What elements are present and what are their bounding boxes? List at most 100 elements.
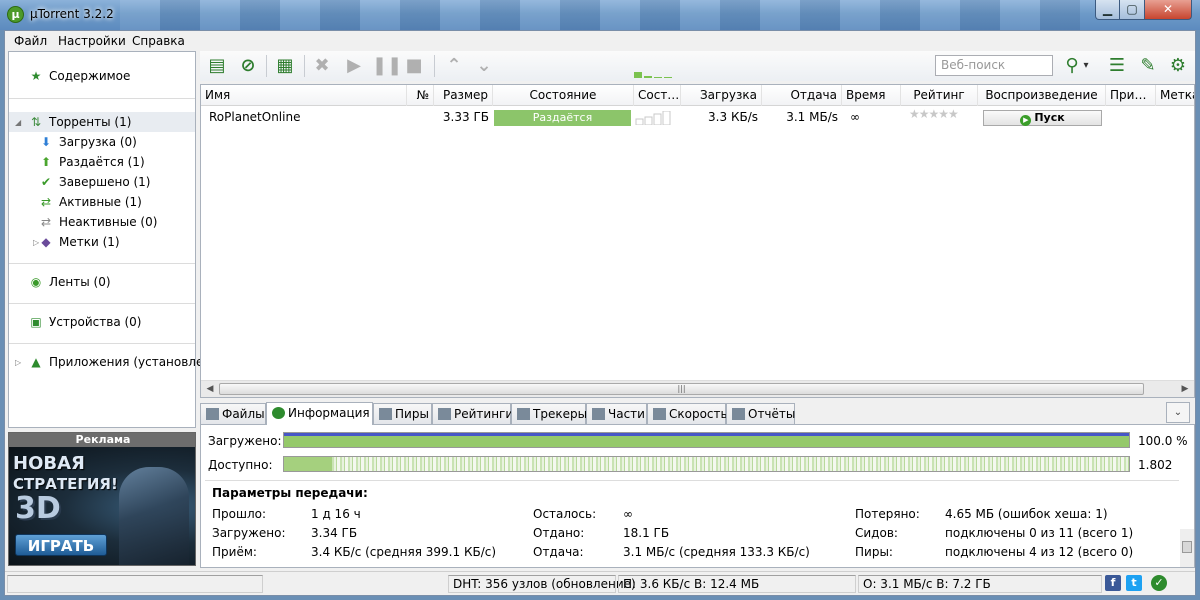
web-search-input[interactable]: Веб-поиск — [935, 55, 1053, 76]
ad-character — [119, 467, 189, 565]
download-speed: 3.3 КБ/s — [708, 110, 758, 124]
torrent-size: 3.33 ГБ — [442, 110, 489, 124]
twitter-icon[interactable]: t — [1126, 575, 1142, 591]
sidebar-item-label: Содержимое — [49, 69, 131, 83]
remove-icon[interactable]: ✖ — [310, 54, 334, 78]
horizontal-scrollbar[interactable]: ◀ ||| ▶ — [201, 380, 1194, 397]
table-row[interactable]: RoPlanetOnline 3.33 ГБ Раздаётся 3.3 КБ/… — [201, 107, 1194, 128]
column-size[interactable]: Размер — [434, 85, 493, 106]
tab-label: Пиры — [395, 407, 429, 421]
column-playback[interactable]: Воспроизведение — [978, 85, 1106, 106]
torrent-list: Имя № Размер Состояние Сост… Загрузка От… — [200, 84, 1195, 398]
app-window: Файл Настройки Справка ★ Содержимое ⇅ Торр… — [4, 30, 1196, 596]
play-button[interactable]: ▶ Пуск — [983, 110, 1102, 126]
column-rating[interactable]: Рейтинг — [901, 85, 978, 106]
tab-label: Отчёты — [748, 407, 796, 421]
gear-icon[interactable]: ⚙ — [1166, 54, 1190, 78]
move-down-icon[interactable]: ⌄ — [472, 54, 496, 78]
pause-icon[interactable]: ❚❚ — [372, 54, 402, 78]
divider — [304, 55, 305, 77]
sidebar-item-content[interactable]: ★ Содержимое — [29, 66, 131, 86]
star-icon: ★ — [30, 69, 42, 83]
sidebar-item-inactive[interactable]: ⇄ Неактивные (0) — [39, 212, 157, 232]
sidebar-item-completed[interactable]: ✔ Завершено (1) — [39, 172, 151, 192]
move-up-icon[interactable]: ⌃ — [442, 54, 466, 78]
network-ok-icon[interactable]: ✓ — [1151, 575, 1167, 591]
column-priority[interactable]: При… — [1106, 85, 1156, 106]
add-url-icon[interactable]: ⊘ — [236, 54, 260, 78]
sidebar-item-label: Загрузка (0) — [59, 135, 137, 149]
column-upload[interactable]: Отдача — [762, 85, 842, 106]
scroll-left-icon[interactable]: ◀ — [202, 382, 218, 397]
divider — [9, 303, 195, 304]
menu-settings[interactable]: Настройки — [58, 34, 126, 48]
minimize-button[interactable]: ▁ — [1095, 0, 1120, 20]
sidebar-item-feeds[interactable]: ◉ Ленты (0) — [29, 272, 111, 292]
maximize-button[interactable]: ▢ — [1119, 0, 1145, 20]
tab-trackers[interactable]: Трекеры — [511, 403, 587, 424]
column-name[interactable]: Имя — [201, 85, 407, 106]
create-torrent-icon[interactable]: ▦ — [273, 54, 297, 78]
start-icon[interactable]: ▶ — [342, 54, 366, 78]
column-download[interactable]: Загрузка — [681, 85, 762, 106]
column-label[interactable]: Метка — [1156, 85, 1194, 106]
divider — [434, 55, 435, 77]
close-button[interactable]: ✕ — [1144, 0, 1192, 20]
tab-ratings[interactable]: Рейтинги — [432, 403, 513, 424]
column-time[interactable]: Время — [842, 85, 901, 106]
param-value: подключены 0 из 11 (всего 1) — [945, 526, 1134, 540]
arrow-up-icon: ⬆ — [40, 155, 52, 169]
ad-play-button[interactable]: ИГРАТЬ — [15, 534, 107, 556]
tab-speed[interactable]: Скорость — [647, 403, 728, 424]
title-bar: µ µTorrent 3.2.2 ▁ ▢ ✕ — [0, 0, 1200, 30]
menu-help[interactable]: Справка — [132, 34, 185, 48]
collapse-panel-icon[interactable]: ⌄ — [1166, 402, 1190, 423]
expand-arrow-icon[interactable]: ▷ — [15, 358, 21, 367]
sidebar-item-active[interactable]: ⇄ Активные (1) — [39, 192, 142, 212]
play-label: Пуск — [1034, 111, 1065, 124]
tab-peers[interactable]: Пиры — [373, 403, 432, 424]
column-availability[interactable]: Сост… — [634, 85, 681, 106]
tab-files[interactable]: Файлы — [200, 403, 266, 424]
sidebar-item-apps[interactable]: ▲ Приложения (установлен — [29, 352, 211, 372]
tab-pieces[interactable]: Части — [586, 403, 647, 424]
dht-status[interactable]: DHT: 356 узлов (обновление) — [448, 575, 636, 593]
sidebar-item-label: Приложения (установлен — [49, 355, 212, 369]
param-value: 3.1 МБ/с (средняя 133.3 КБ/с) — [623, 545, 810, 559]
scroll-right-icon[interactable]: ▶ — [1177, 382, 1193, 397]
rss-icon: ◉ — [30, 275, 42, 289]
sidebar-item-devices[interactable]: ▣ Устройства (0) — [29, 312, 141, 332]
ad-image: НОВАЯ СТРАТЕГИЯ! 3D ИГРАТЬ — [9, 447, 195, 565]
tab-label: Скорость — [669, 407, 728, 421]
search-dropdown-icon[interactable]: ▾ — [1080, 54, 1092, 78]
param-label: Прошло: — [212, 507, 267, 521]
status-badge: Раздаётся — [494, 110, 631, 126]
add-torrent-icon[interactable]: ▤ — [205, 54, 229, 78]
scroll-thumb[interactable] — [1182, 541, 1192, 553]
menu-file[interactable]: Файл — [14, 34, 47, 48]
stop-icon[interactable]: ■ — [402, 54, 426, 78]
tab-info[interactable]: Информация — [266, 402, 373, 425]
sidebar-item-torrents[interactable]: ⇅ Торренты (1) — [9, 112, 195, 132]
sidebar-item-labels[interactable]: ◆ Метки (1) — [39, 232, 119, 252]
list-header: Имя № Размер Состояние Сост… Загрузка От… — [201, 85, 1194, 106]
peers-icon — [379, 408, 392, 420]
ad-banner[interactable]: Реклама НОВАЯ СТРАТЕГИЯ! 3D ИГРАТЬ — [8, 432, 196, 566]
device-icon: ▣ — [30, 315, 42, 329]
facebook-icon[interactable]: f — [1105, 575, 1121, 591]
scroll-thumb[interactable]: ||| — [219, 383, 1144, 395]
column-status[interactable]: Состояние — [493, 85, 634, 106]
column-number[interactable]: № — [407, 85, 434, 106]
tab-logs[interactable]: Отчёты — [726, 403, 795, 424]
vertical-scrollbar[interactable] — [1180, 529, 1194, 567]
downloaded-progress — [283, 432, 1130, 448]
sidebar-item-downloading[interactable]: ⬇ Загрузка (0) — [39, 132, 137, 152]
sidebar-item-seeding[interactable]: ⬆ Раздаётся (1) — [39, 152, 145, 172]
tab-label: Части — [608, 407, 645, 421]
collapse-arrow-icon[interactable]: ◢ — [15, 118, 21, 127]
list-view-icon[interactable]: ☰ — [1105, 54, 1129, 78]
param-label: Отдача: — [533, 545, 584, 559]
sidebar-item-label: Раздаётся (1) — [59, 155, 145, 169]
remote-icon[interactable]: ✎ — [1136, 54, 1160, 78]
rating-stars[interactable]: ★★★★★ — [909, 107, 959, 121]
